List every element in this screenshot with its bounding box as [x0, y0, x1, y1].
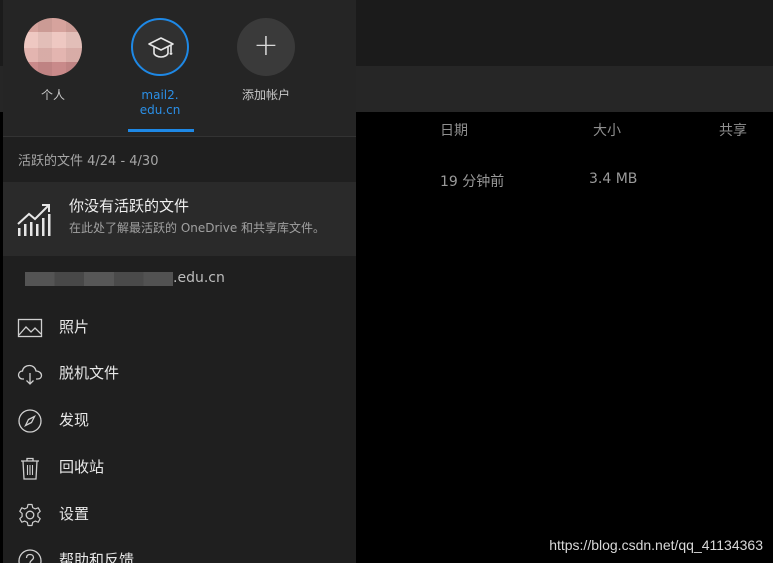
- account-email[interactable]: .edu.cn: [3, 264, 356, 294]
- nav-item-label: 帮助和反馈: [59, 551, 135, 563]
- help-icon: [18, 549, 42, 563]
- nav-item-offline-files[interactable]: 脱机文件: [3, 353, 356, 393]
- trash-icon: [21, 457, 39, 480]
- nav-item-photos[interactable]: 照片: [3, 307, 356, 347]
- add-account-label: 添加帐户: [241, 88, 290, 102]
- plus-icon: +: [237, 18, 295, 76]
- email-redacted: [25, 272, 173, 286]
- nav-item-label: 脱机文件: [59, 364, 120, 382]
- add-account-button[interactable]: + 添加帐户: [226, 18, 306, 103]
- account-school-label-line1: mail2.: [141, 88, 179, 102]
- nav-item-settings[interactable]: 设置: [3, 494, 356, 534]
- avatar: [24, 18, 82, 76]
- compass-icon: [18, 409, 42, 433]
- column-header-sharing[interactable]: 共享: [719, 120, 747, 140]
- nav-item-help-feedback[interactable]: 帮助和反馈: [3, 540, 356, 563]
- nav-item-label: 发现: [59, 411, 90, 429]
- account-school[interactable]: mail2. edu.cn: [120, 18, 200, 118]
- active-files-header: 活跃的文件 4/24 - 4/30: [18, 154, 159, 169]
- onedrive-window: 日期 大小 共享 19 分钟前 3.4 MB https://blog.csdn…: [0, 0, 773, 563]
- file-size: 3.4 MB: [589, 171, 638, 187]
- photo-icon: [17, 318, 43, 338]
- account-personal-label: 个人: [40, 88, 65, 102]
- cloud-download-icon: [17, 364, 43, 385]
- trending-chart-icon: [15, 198, 55, 242]
- active-files-card[interactable]: 你没有活跃的文件 在此处了解最活跃的 OneDrive 和共享库文件。: [3, 182, 356, 256]
- account-school-label: mail2. edu.cn: [120, 88, 200, 118]
- active-files-title: 你没有活跃的文件: [69, 197, 190, 215]
- graduation-cap-icon: [131, 18, 189, 76]
- active-files-description: 在此处了解最活跃的 OneDrive 和共享库文件。: [69, 221, 326, 235]
- nav-item-label: 照片: [59, 318, 90, 336]
- account-email-suffix: .edu.cn: [173, 270, 225, 286]
- navigation-drawer: 个人 mail2. edu.cn + 添加帐户 活跃的文件 4/24 - 4/3…: [3, 0, 356, 563]
- account-switcher: 个人 mail2. edu.cn + 添加帐户: [3, 0, 356, 137]
- gear-icon: [19, 503, 41, 527]
- selected-account-indicator: [128, 129, 194, 132]
- nav-item-discover[interactable]: 发现: [3, 400, 356, 440]
- watermark: https://blog.csdn.net/qq_41134363: [549, 537, 763, 553]
- nav-item-label: 回收站: [59, 458, 105, 476]
- file-date: 19 分钟前: [440, 174, 505, 190]
- column-header-date[interactable]: 日期: [440, 120, 468, 140]
- nav-item-label: 设置: [59, 505, 90, 523]
- column-header-size[interactable]: 大小: [593, 120, 621, 140]
- nav-item-recycle-bin[interactable]: 回收站: [3, 447, 356, 487]
- account-school-label-line2: edu.cn: [139, 103, 181, 117]
- account-personal[interactable]: 个人: [13, 18, 93, 103]
